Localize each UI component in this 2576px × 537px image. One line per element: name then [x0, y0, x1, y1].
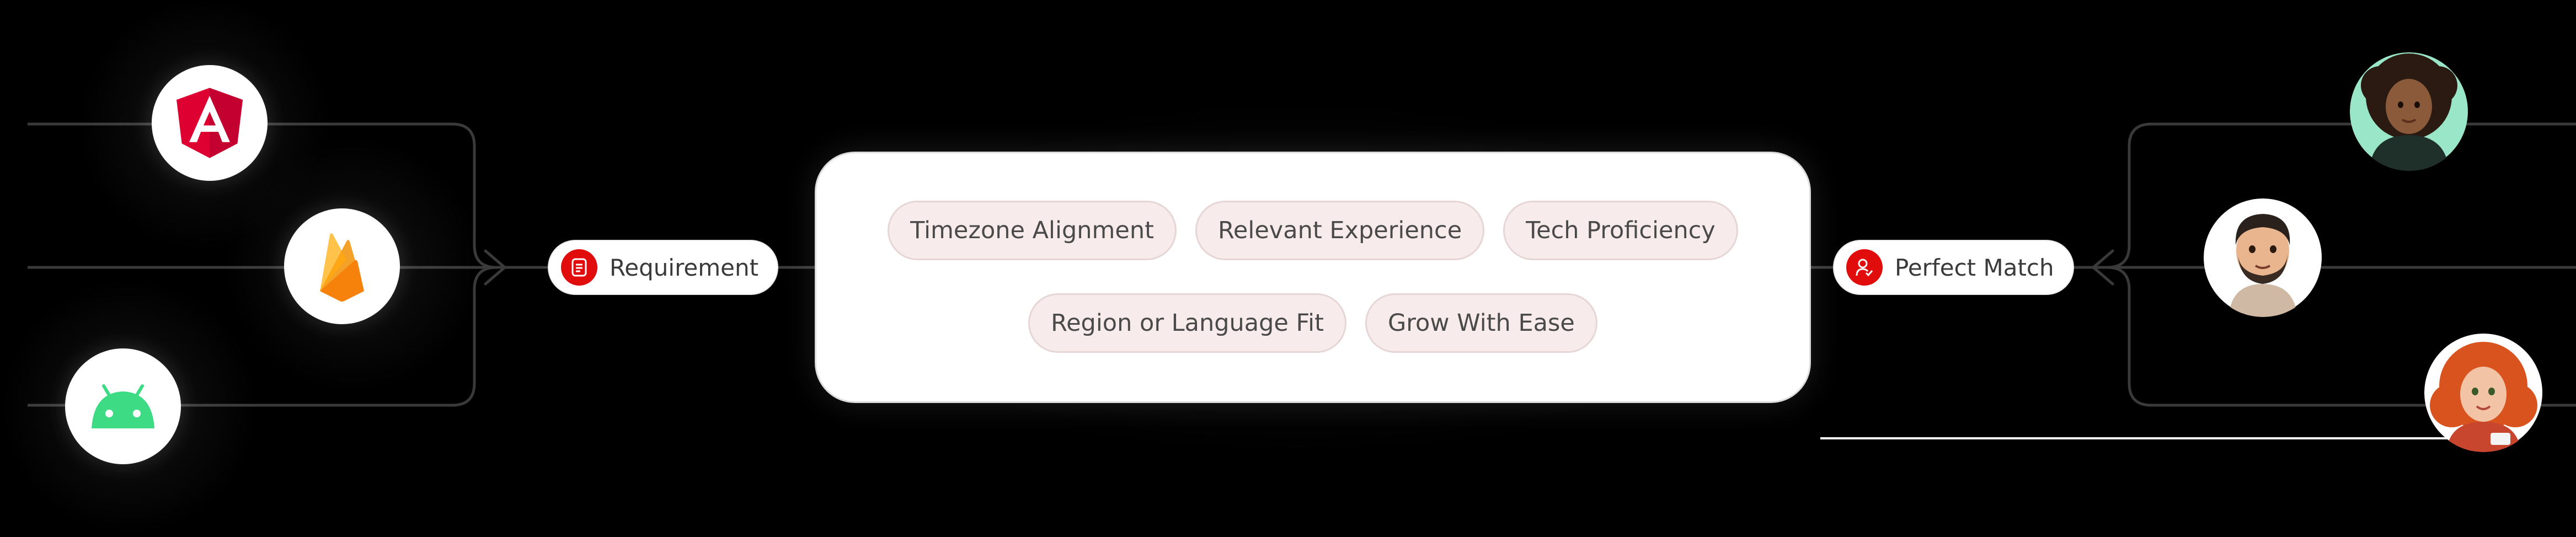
developer-avatar-woman-red-hair — [2424, 334, 2542, 452]
criteria-row-2: Region or Language Fit Grow With Ease — [816, 293, 1809, 353]
requirement-node: Requirement — [549, 241, 778, 294]
developer-avatar-woman-curly-hair — [2350, 52, 2468, 171]
criteria-chip: Relevant Experience — [1195, 201, 1485, 260]
document-icon — [561, 249, 597, 286]
perfect-match-label: Perfect Match — [1895, 254, 2054, 281]
criteria-card: Timezone Alignment Relevant Experience T… — [816, 153, 1809, 401]
firebase-icon — [320, 233, 364, 302]
android-icon — [92, 384, 154, 428]
criteria-chip: Region or Language Fit — [1028, 293, 1346, 353]
avatar — [2350, 52, 2468, 171]
firebase-logo — [284, 208, 400, 324]
angular-logo — [152, 65, 268, 181]
criteria-chip: Grow With Ease — [1365, 293, 1597, 353]
criteria-row-1: Timezone Alignment Relevant Experience T… — [816, 201, 1809, 260]
developer-avatar-man-beard — [2204, 198, 2322, 317]
android-logo — [65, 348, 181, 464]
angular-icon — [177, 88, 243, 158]
criteria-chip: Tech Proficiency — [1503, 201, 1738, 260]
perfect-match-node: Perfect Match — [1834, 241, 2073, 294]
talent-matching-diagram: Requirement Timezone Alignment Relevant … — [0, 0, 2576, 537]
user-check-icon — [1846, 249, 1883, 286]
avatar — [2424, 334, 2543, 452]
avatar — [2204, 198, 2322, 317]
criteria-chip: Timezone Alignment — [888, 201, 1177, 260]
requirement-label: Requirement — [610, 254, 759, 281]
